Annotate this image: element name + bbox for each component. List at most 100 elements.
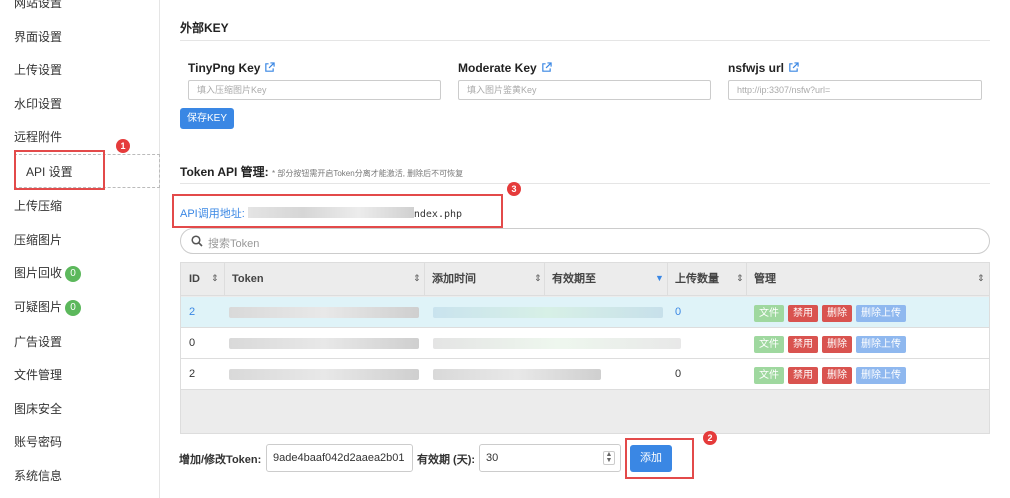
annotation-box-2 xyxy=(625,438,694,479)
sidebar-item-compress-images[interactable]: 压缩图片 xyxy=(14,223,160,257)
search-input[interactable]: 搜索Token xyxy=(180,228,990,254)
nsfwjs-label: nsfwjs url xyxy=(728,61,799,75)
moderate-label-text: Moderate Key xyxy=(458,61,537,75)
row-id: 2 xyxy=(189,368,196,380)
token-api-note: * 部分按钮需开启Token分离才能激活, 删除后不可恢复 xyxy=(272,169,464,178)
disable-button[interactable]: 禁用 xyxy=(788,305,818,322)
token-table: ID ⇕ Token ⇕ 添加时间 ⇕ 有效期至 ▼ 上传数量 ⇕ 管理 ⇕ 2… xyxy=(180,262,990,434)
table-row[interactable]: 0 文件 禁用 删除 删除上传 xyxy=(181,328,989,359)
column-header-id[interactable]: ID xyxy=(189,263,200,296)
file-button[interactable]: 文件 xyxy=(754,367,784,384)
table-row[interactable]: 2 0 文件 禁用 删除 删除上传 xyxy=(181,297,989,328)
annotation-marker-2: 2 xyxy=(703,431,717,445)
disable-button[interactable]: 禁用 xyxy=(788,336,818,353)
tinypng-key-input[interactable]: 填入压缩图片Key xyxy=(188,80,441,100)
tinypng-label-text: TinyPng Key xyxy=(188,61,261,75)
sidebar-item-label: 上传压缩 xyxy=(14,199,63,213)
save-key-button[interactable]: 保存KEY xyxy=(180,108,234,129)
disable-button[interactable]: 禁用 xyxy=(788,367,818,384)
sidebar-item-label: 网站设置 xyxy=(14,0,63,10)
sort-desc-icon[interactable]: ▼ xyxy=(655,273,664,283)
sort-icon[interactable]: ⇕ xyxy=(736,273,744,284)
sidebar-item-label: 上传设置 xyxy=(14,63,63,77)
moderate-key-input[interactable]: 填入图片鉴黄Key xyxy=(458,80,711,100)
sidebar-item-label: 文件管理 xyxy=(14,368,63,382)
token-api-title: Token API 管理: * 部分按钮需开启Token分离才能激活, 删除后不… xyxy=(180,163,463,180)
external-key-title: 外部KEY xyxy=(180,21,229,35)
token-redacted xyxy=(229,307,419,318)
count-badge: 0 xyxy=(65,266,82,282)
expiry-input[interactable]: 30 ▲ ▼ xyxy=(479,444,621,472)
sidebar-item-label: 界面设置 xyxy=(14,30,63,44)
number-stepper-icon[interactable]: ▲ ▼ xyxy=(603,451,615,465)
sort-icon[interactable]: ⇕ xyxy=(211,273,219,284)
sidebar-item-suspicious-images[interactable]: 可疑图片 0 xyxy=(14,290,160,324)
column-header-manage[interactable]: 管理 xyxy=(754,263,776,296)
column-header-token[interactable]: Token xyxy=(232,263,264,296)
divider xyxy=(180,183,990,184)
sort-icon[interactable]: ⇕ xyxy=(534,273,542,284)
divider xyxy=(180,40,990,41)
column-separator xyxy=(746,263,747,296)
annotation-box-1 xyxy=(14,150,105,190)
annotation-marker-3: 3 xyxy=(507,182,521,196)
sidebar-item-label: 图片回收 xyxy=(14,266,63,280)
sidebar-item-label: 远程附件 xyxy=(14,130,63,144)
sidebar-item-ad-settings[interactable]: 广告设置 xyxy=(14,325,160,359)
annotation-marker-1: 1 xyxy=(116,139,130,153)
token-redacted xyxy=(229,369,419,380)
column-separator xyxy=(544,263,545,296)
sidebar-item-watermark-settings[interactable]: 水印设置 xyxy=(14,87,160,121)
delete-uploads-button[interactable]: 删除上传 xyxy=(856,336,906,353)
sidebar-item-upload-compression[interactable]: 上传压缩 xyxy=(14,189,160,223)
sidebar-item-site-settings[interactable]: 网站设置 xyxy=(14,0,160,20)
sidebar-item-label: 图床安全 xyxy=(14,402,63,416)
sidebar-item-label: 可疑图片 xyxy=(14,300,63,314)
sidebar-item-label: 压缩图片 xyxy=(14,233,63,247)
delete-button[interactable]: 删除 xyxy=(822,305,852,322)
nsfwjs-label-text: nsfwjs url xyxy=(728,61,785,75)
expiry-value: 30 xyxy=(486,452,499,464)
column-header-added[interactable]: 添加时间 xyxy=(432,263,476,296)
token-field-label: 增加/修改Token: xyxy=(179,454,262,466)
moderate-label: Moderate Key xyxy=(458,61,552,75)
delete-uploads-button[interactable]: 删除上传 xyxy=(856,305,906,322)
sidebar-item-account-password[interactable]: 账号密码 xyxy=(14,425,160,459)
column-separator xyxy=(224,263,225,296)
sort-icon[interactable]: ⇕ xyxy=(977,273,985,284)
row-uploads: 0 xyxy=(675,306,682,318)
nsfwjs-url-input[interactable]: http://ip:3307/nsfw?url= xyxy=(728,80,982,100)
row-id: 0 xyxy=(189,337,196,349)
sidebar-item-ui-settings[interactable]: 界面设置 xyxy=(14,20,160,54)
expiry-field-label: 有效期 (天): xyxy=(417,454,476,466)
external-link-icon[interactable] xyxy=(264,62,276,73)
sidebar-item-image-security[interactable]: 图床安全 xyxy=(14,392,160,426)
sidebar-item-image-recycle[interactable]: 图片回收 0 xyxy=(14,256,160,290)
delete-uploads-button[interactable]: 删除上传 xyxy=(856,367,906,384)
column-header-uploads[interactable]: 上传数量 xyxy=(675,263,719,296)
column-header-expires[interactable]: 有效期至 xyxy=(552,263,596,296)
token-api-title-text: Token API 管理: xyxy=(180,165,269,179)
sidebar-item-upload-settings[interactable]: 上传设置 xyxy=(14,53,160,87)
row-uploads: 0 xyxy=(675,368,682,380)
sidebar-item-label: 系统信息 xyxy=(14,469,63,483)
sidebar-item-label: 广告设置 xyxy=(14,335,63,349)
dates-redacted xyxy=(433,338,681,349)
sidebar-item-remote-attachments[interactable]: 远程附件 xyxy=(14,120,160,154)
external-link-icon[interactable] xyxy=(541,62,552,73)
file-button[interactable]: 文件 xyxy=(754,336,784,353)
dates-redacted xyxy=(433,307,663,318)
delete-button[interactable]: 删除 xyxy=(822,336,852,353)
tinypng-label: TinyPng Key xyxy=(188,61,276,75)
search-placeholder: 搜索Token xyxy=(208,238,260,250)
external-link-icon[interactable] xyxy=(788,62,799,73)
file-button[interactable]: 文件 xyxy=(754,305,784,322)
sidebar-item-system-info[interactable]: 系统信息 xyxy=(14,459,160,493)
token-input[interactable]: 9ade4baaf042d2aaea2b01 xyxy=(266,444,413,472)
delete-button[interactable]: 删除 xyxy=(822,367,852,384)
table-row[interactable]: 2 0 文件 禁用 删除 删除上传 xyxy=(181,359,989,390)
sidebar-item-file-manager[interactable]: 文件管理 xyxy=(14,358,160,392)
sidebar-item-label: 账号密码 xyxy=(14,435,63,449)
search-icon xyxy=(191,235,203,247)
sort-icon[interactable]: ⇕ xyxy=(413,273,421,284)
